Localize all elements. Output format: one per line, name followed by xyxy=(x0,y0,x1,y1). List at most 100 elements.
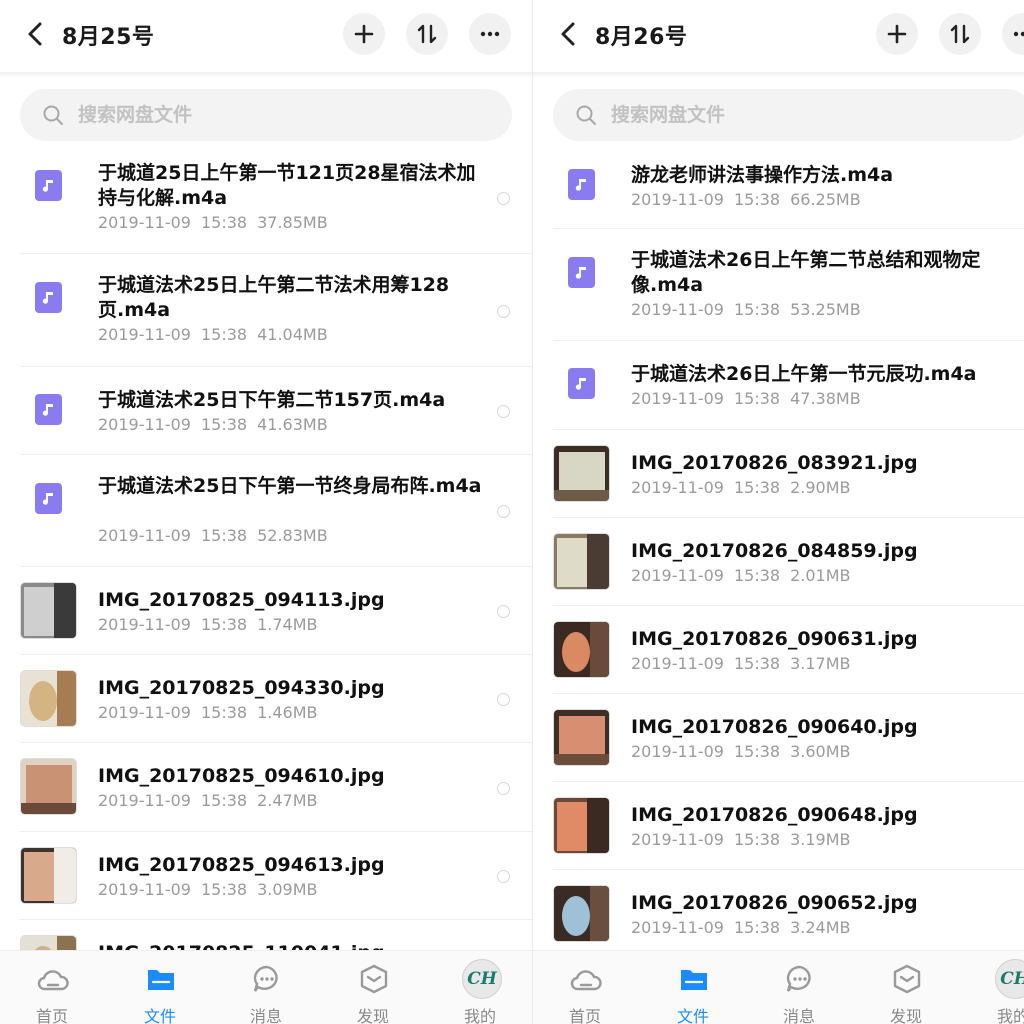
image-thumbnail xyxy=(20,582,77,639)
file-browser-panel-left: 8月25号 于城道25日上午第一节121页28星宿法术加持与化解.m4a 2019… xyxy=(0,0,532,1024)
file-size: 47.38MB xyxy=(790,389,861,408)
file-size: 41.04MB xyxy=(257,325,328,344)
nav-item-mine[interactable]: CH 我的 xyxy=(440,951,520,1024)
file-list-item[interactable]: IMG_20170826_090631.jpg 2019-11-09 15:38 3.… xyxy=(533,606,1024,694)
header-divider xyxy=(533,72,1024,78)
file-list-item[interactable]: 于城道法术25日下午第二节157页.m4a 2019-11-09 15:38 41.6… xyxy=(0,367,532,455)
nav-item-home[interactable]: 首页 xyxy=(545,951,625,1024)
file-list-item[interactable]: IMG_20170826_090640.jpg 2019-11-09 15:38 3.… xyxy=(533,694,1024,782)
nav-label: 消息 xyxy=(249,1007,282,1024)
file-time: 15:38 xyxy=(200,791,248,810)
file-list-item[interactable]: 于城道法术25日下午第一节终身局布阵.m4a 2019-11-09 15:38 52.… xyxy=(0,455,532,567)
file-list-item[interactable]: IMG_20170826_083921.jpg 2019-11-09 15:38 2.… xyxy=(533,430,1024,518)
select-radio[interactable] xyxy=(497,781,510,795)
file-name: IMG_20170826_090640.jpg xyxy=(631,716,918,738)
more-options-button[interactable] xyxy=(1002,13,1024,55)
file-meta: 2019-11-09 15:38 3.17MB xyxy=(631,654,851,673)
more-options-button[interactable] xyxy=(469,13,511,55)
add-button[interactable] xyxy=(876,13,918,55)
add-button[interactable] xyxy=(343,13,385,55)
file-list-item[interactable]: IMG_20170825_094330.jpg 2019-11-09 15:38 1.… xyxy=(0,655,532,743)
search-bar[interactable] xyxy=(20,89,512,141)
sort-button[interactable] xyxy=(939,13,981,55)
file-date: 2019-11-09 xyxy=(98,703,191,722)
file-meta: 2019-11-09 15:38 41.04MB xyxy=(98,325,328,344)
nav-item-discover[interactable]: 发现 xyxy=(333,951,413,1024)
file-time: 15:38 xyxy=(200,415,248,434)
nav-item-files[interactable]: 文件 xyxy=(653,951,733,1024)
sort-arrows-icon xyxy=(417,24,437,44)
nav-label: 首页 xyxy=(35,1007,68,1024)
nav-item-discover[interactable]: 发现 xyxy=(866,951,946,1024)
file-date: 2019-11-09 xyxy=(631,566,724,585)
file-list-item[interactable]: IMG_20170826_084859.jpg 2019-11-09 15:38 2.… xyxy=(533,518,1024,606)
select-radio[interactable] xyxy=(497,405,510,418)
file-time: 15:38 xyxy=(733,190,781,209)
nav-item-mine[interactable]: CH 我的 xyxy=(973,951,1024,1024)
file-name: IMG_20170826_090652.jpg xyxy=(631,892,918,914)
file-date: 2019-11-09 xyxy=(98,791,191,810)
music-note-icon xyxy=(35,483,62,514)
file-list-item[interactable]: IMG_20170826_090652.jpg 2019-11-09 15:38 3.… xyxy=(533,870,1024,950)
file-list-item[interactable]: 于城道法术26日上午第一节元辰功.m4a 2019-11-09 15:38 47.38… xyxy=(533,341,1024,430)
select-radio[interactable] xyxy=(497,693,510,706)
nav-label: 我的 xyxy=(463,1007,496,1024)
file-list-item[interactable]: IMG_20170826_090648.jpg 2019-11-09 15:38 3.… xyxy=(533,782,1024,870)
search-icon xyxy=(43,105,63,125)
file-date: 2019-11-09 xyxy=(98,415,191,434)
nav-item-messages[interactable]: 消息 xyxy=(226,951,306,1024)
file-time: 15:38 xyxy=(733,654,781,673)
select-radio[interactable] xyxy=(497,505,510,518)
file-list-item[interactable]: 于城道法术25日上午第二节法术用筹128页.m4a 2019-11-09 15:38… xyxy=(0,254,532,367)
file-list-item[interactable]: 于城道法术26日上午第二节总结和观物定像.m4a 2019-11-09 15:38 5… xyxy=(533,229,1024,341)
back-arrow-icon[interactable] xyxy=(20,18,52,50)
sort-button[interactable] xyxy=(406,13,448,55)
nav-item-messages[interactable]: 消息 xyxy=(759,951,839,1024)
avatar: CH xyxy=(462,959,502,999)
file-date: 2019-11-09 xyxy=(98,325,191,344)
file-date: 2019-11-09 xyxy=(631,918,724,937)
header-bar: 8月26号 xyxy=(533,0,1024,72)
cloud-home-icon xyxy=(569,963,603,995)
folder-icon xyxy=(144,963,178,995)
more-dots-icon xyxy=(480,31,500,37)
image-thumbnail xyxy=(553,533,610,590)
file-name: 于城道法术26日上午第一节元辰功.m4a xyxy=(631,363,977,385)
search-input[interactable] xyxy=(78,104,378,126)
music-note-icon xyxy=(35,282,62,313)
file-time: 15:38 xyxy=(200,880,248,899)
file-size: 53.25MB xyxy=(790,300,861,319)
file-size: 3.17MB xyxy=(790,654,851,673)
discover-cube-icon xyxy=(890,963,924,995)
file-list-item[interactable]: IMG_20170825_094113.jpg 2019-11-09 15:38 1.… xyxy=(0,567,532,655)
nav-item-home[interactable]: 首页 xyxy=(12,951,92,1024)
search-bar[interactable] xyxy=(553,89,1024,141)
nav-item-files[interactable]: 文件 xyxy=(120,951,200,1024)
file-list-item[interactable]: 于城道25日上午第一节121页28星宿法术加持与化解.m4a 2019-11-09… xyxy=(0,142,532,254)
select-radio[interactable] xyxy=(497,870,510,883)
file-list-item[interactable]: IMG_20170825_094610.jpg 2019-11-09 15:38 2.… xyxy=(0,743,532,832)
file-meta: 2019-11-09 15:38 2.90MB xyxy=(631,478,851,497)
image-thumbnail xyxy=(553,621,610,678)
select-radio[interactable] xyxy=(497,304,510,318)
image-thumbnail xyxy=(20,847,77,904)
search-icon xyxy=(576,105,596,125)
page-title: 8月25号 xyxy=(62,25,155,50)
file-meta: 2019-11-09 15:38 41.63MB xyxy=(98,415,328,434)
avatar: CH xyxy=(995,959,1024,999)
image-thumbnail xyxy=(553,885,610,942)
select-radio[interactable] xyxy=(497,192,510,205)
bottom-nav: 首页 文件 消息 发现 CH 我的 xyxy=(0,950,532,1024)
select-radio[interactable] xyxy=(497,605,510,618)
file-list-item[interactable]: IMG_20170825_110041.jpg xyxy=(0,920,532,950)
search-input[interactable] xyxy=(611,104,911,126)
file-meta: 2019-11-09 15:38 3.60MB xyxy=(631,742,851,761)
file-list: 于城道25日上午第一节121页28星宿法术加持与化解.m4a 2019-11-09… xyxy=(0,142,532,950)
file-list-item[interactable]: IMG_20170825_094613.jpg 2019-11-09 15:38 3.… xyxy=(0,832,532,920)
file-list-item[interactable]: 游龙老师讲法事操作方法.m4a 2019-11-09 15:38 66.25MB xyxy=(533,142,1024,229)
file-date: 2019-11-09 xyxy=(631,830,724,849)
file-name: IMG_20170826_083921.jpg xyxy=(631,452,918,474)
back-arrow-icon[interactable] xyxy=(553,18,585,50)
file-size: 2.90MB xyxy=(790,478,851,497)
file-time: 15:38 xyxy=(200,615,248,634)
